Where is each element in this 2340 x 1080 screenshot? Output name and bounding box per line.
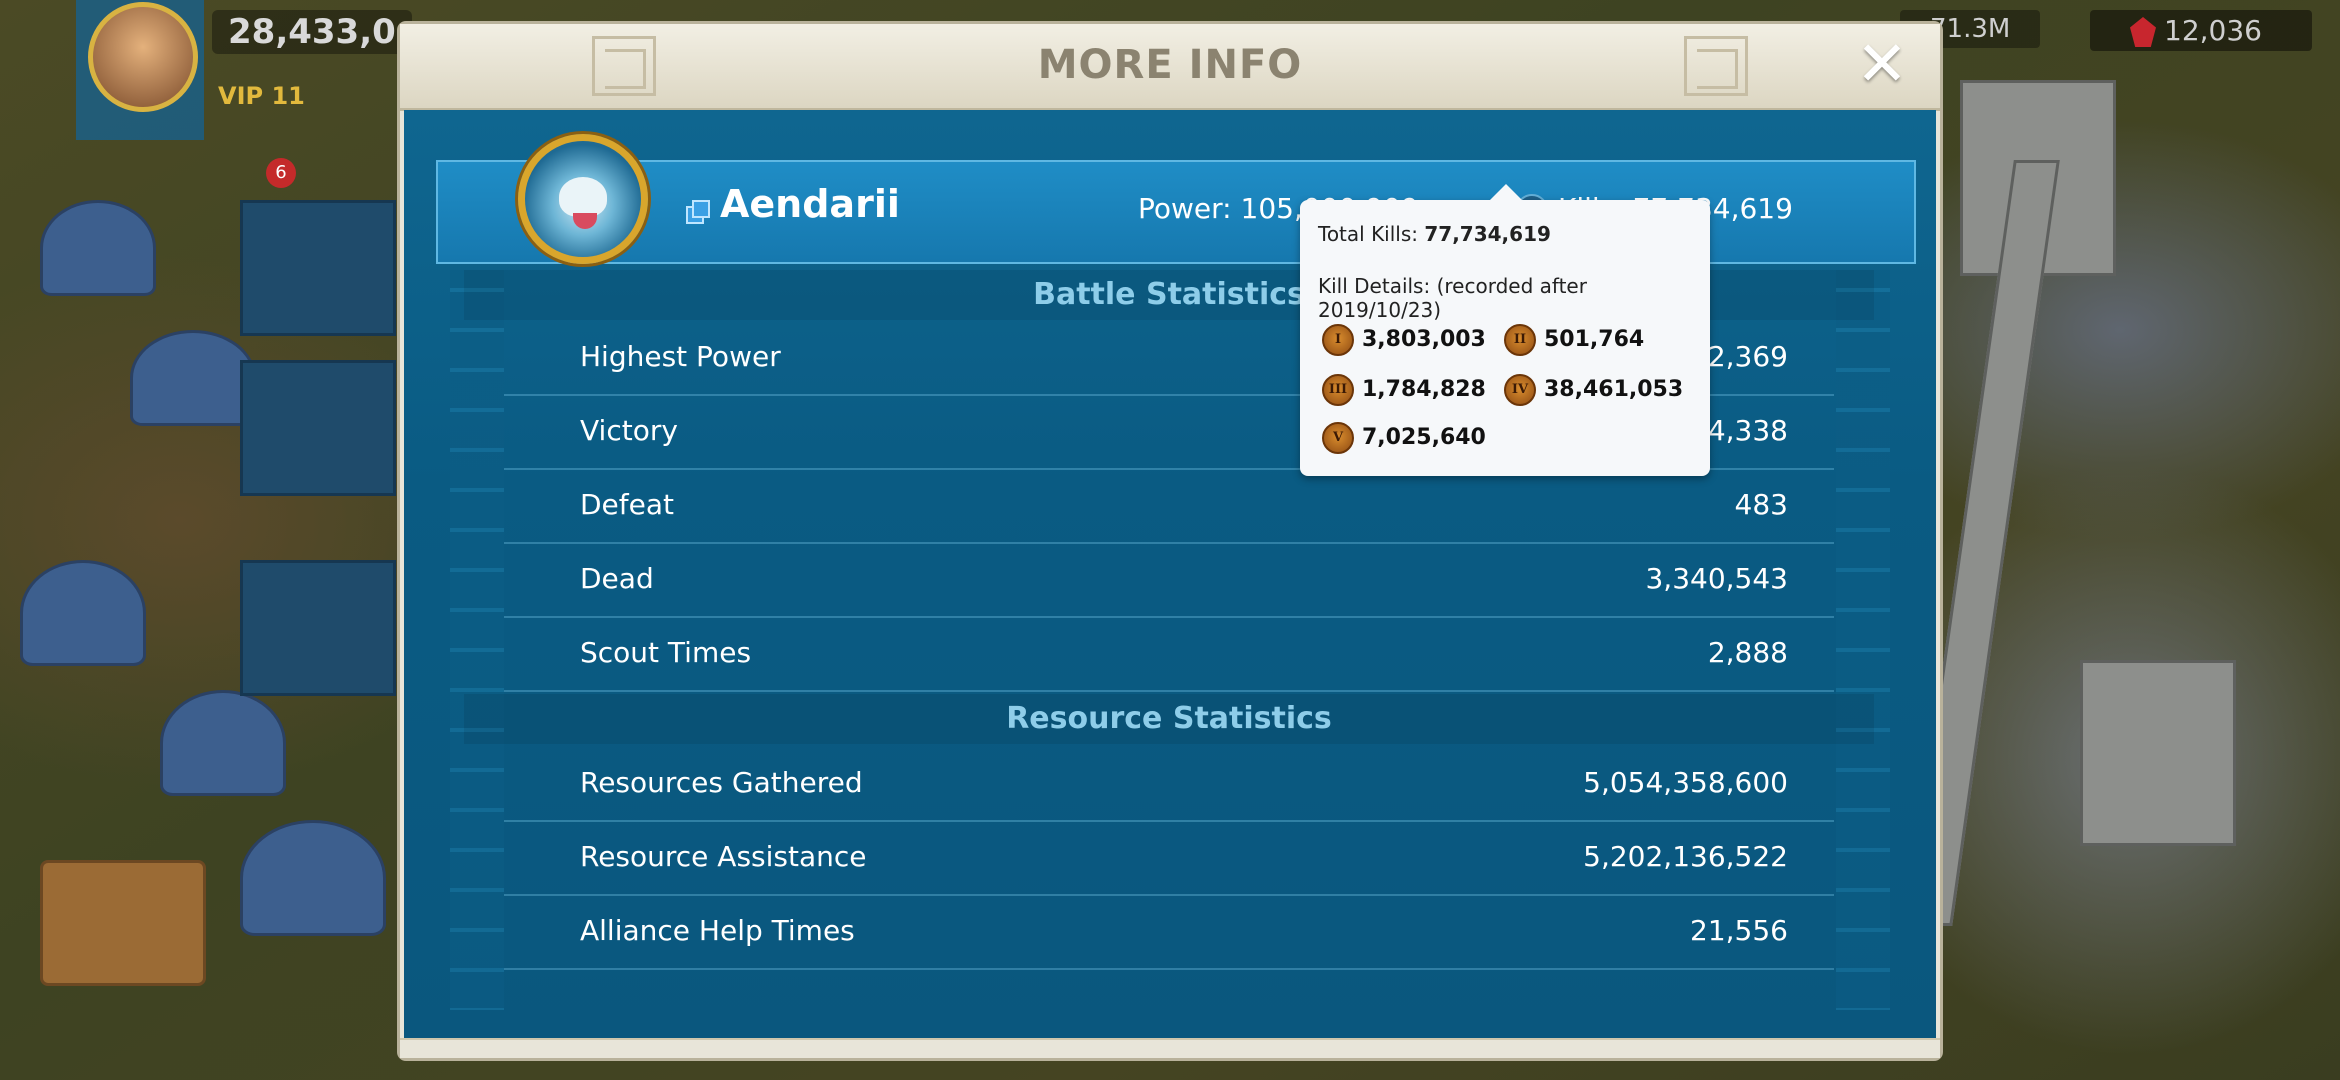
building	[160, 690, 286, 796]
building	[40, 860, 206, 986]
tier-5-icon: V	[1322, 422, 1354, 454]
building	[130, 330, 256, 426]
more-info-modal: MORE INFO ✕ Aendarii Power: 105,000,909 …	[400, 24, 1940, 1058]
stat-value: 483	[1734, 488, 1788, 521]
close-icon: ✕	[1856, 27, 1908, 100]
modal-footer	[400, 1038, 1940, 1058]
stat-label: Highest Power	[580, 340, 781, 373]
stat-value: 5,054,358,600	[1583, 766, 1788, 799]
avatar-face	[559, 177, 607, 217]
stat-row-resources-gathered: Resources Gathered 5,054,358,600	[504, 748, 1834, 822]
stat-label: Defeat	[580, 488, 675, 521]
gem-count: 12,036	[2164, 14, 2262, 47]
modal-header: MORE INFO ✕	[400, 24, 1940, 111]
tier-3-icon: III	[1322, 374, 1354, 406]
total-kills-label: Total Kills:	[1318, 222, 1425, 246]
side-panel-button[interactable]	[240, 560, 396, 696]
greek-key-border	[1836, 270, 1890, 1010]
total-kills-value: 77,734,619	[1424, 222, 1551, 246]
notification-badge: 6	[266, 158, 296, 188]
total-kills-line: Total Kills: 77,734,619	[1318, 222, 1551, 246]
stat-label: Dead	[580, 562, 654, 595]
stat-value: 5,202,136,522	[1583, 840, 1788, 873]
tier-1-kills: 3,803,003	[1362, 327, 1486, 352]
tier-4-kills: 38,461,053	[1544, 377, 1684, 402]
tier-5-kills: 7,025,640	[1362, 425, 1486, 450]
stat-label: Resources Gathered	[580, 766, 863, 799]
kill-tier-1: I 3,803,003	[1322, 324, 1486, 356]
tier-1-icon: I	[1322, 324, 1354, 356]
side-panel-button[interactable]	[240, 360, 396, 496]
hud-gem-counter[interactable]: 12,036	[2090, 10, 2312, 51]
building	[20, 560, 146, 666]
player-avatar[interactable]	[518, 134, 648, 264]
castle-tower	[2080, 660, 2236, 846]
kills-tooltip: Total Kills: 77,734,619 Kill Details: (r…	[1300, 184, 1710, 476]
tier-4-icon: IV	[1504, 374, 1536, 406]
stat-value: 2,888	[1707, 636, 1788, 669]
stat-label: Resource Assistance	[580, 840, 867, 873]
copy-name-icon[interactable]	[686, 200, 710, 224]
tier-3-kills: 1,784,828	[1362, 377, 1486, 402]
kill-details-label: Kill Details: (recorded after 2019/10/23…	[1318, 274, 1587, 322]
stat-label: Victory	[580, 414, 678, 447]
hud-avatar[interactable]	[88, 2, 198, 112]
close-button[interactable]: ✕	[1854, 33, 1910, 95]
modal-title: MORE INFO	[1037, 42, 1303, 88]
stat-label: Scout Times	[580, 636, 752, 669]
stat-value: 21,556	[1690, 914, 1788, 947]
kill-tier-5: V 7,025,640	[1322, 422, 1486, 454]
hud-power: 28,433,0	[212, 10, 412, 54]
stat-value: 3,340,543	[1645, 562, 1788, 595]
building	[40, 200, 156, 296]
kill-tier-4: IV 38,461,053	[1504, 374, 1683, 406]
tier-2-icon: II	[1504, 324, 1536, 356]
stat-row-dead: Dead 3,340,543	[504, 544, 1834, 618]
tier-2-kills: 501,764	[1544, 327, 1645, 352]
player-name: Aendarii	[720, 182, 900, 226]
building	[240, 820, 386, 936]
resource-statistics-title: Resource Statistics	[464, 694, 1874, 744]
gem-icon	[2130, 17, 2156, 47]
greek-key-border	[450, 270, 504, 1010]
stat-row-alliance-help-times: Alliance Help Times 21,556	[504, 896, 1834, 970]
kill-tier-2: II 501,764	[1504, 324, 1644, 356]
stat-label: Alliance Help Times	[580, 914, 855, 947]
kill-tier-3: III 1,784,828	[1322, 374, 1486, 406]
stat-row-defeat: Defeat 483	[504, 470, 1834, 544]
stat-row-scout-times: Scout Times 2,888	[504, 618, 1834, 692]
hud-vip-badge[interactable]: VIP 11	[218, 82, 305, 110]
avatar-tongue	[573, 213, 597, 229]
stat-row-resource-assistance: Resource Assistance 5,202,136,522	[504, 822, 1834, 896]
side-panel-button[interactable]	[240, 200, 396, 336]
